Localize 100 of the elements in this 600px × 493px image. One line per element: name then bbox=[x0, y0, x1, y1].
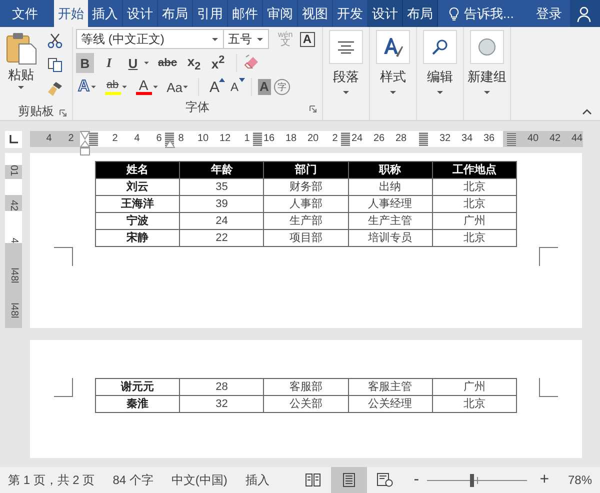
left-tab-icon bbox=[9, 135, 18, 144]
ribbon-group-button[interactable]: 编辑 bbox=[422, 30, 458, 95]
table-cell-text: 北京 bbox=[462, 180, 486, 195]
ribbon-group-button[interactable]: 新建组 bbox=[469, 30, 505, 95]
format-button[interactable]: B bbox=[76, 53, 94, 73]
ruler-number: 01 bbox=[8, 164, 19, 176]
ruler-number: 2 bbox=[111, 132, 119, 146]
horizontal-ruler[interactable]: 4 2 2 4 6 8 10 12 1 16 18 20 2 24 26 28 32 34 36 40 42 44 bbox=[30, 131, 583, 157]
dialog-launcher-icon bbox=[309, 105, 317, 113]
insert-mode-indicator[interactable]: 插入 bbox=[245, 472, 270, 488]
ruler-number: 32 bbox=[439, 132, 451, 146]
lightbulb-icon bbox=[448, 6, 460, 20]
ruler-number: l48l bbox=[8, 302, 19, 318]
font-size-field[interactable]: 五号 bbox=[223, 29, 269, 49]
crop-mark bbox=[54, 247, 73, 266]
table-cell: 王海洋 bbox=[96, 196, 180, 212]
column-header: 年龄 bbox=[180, 162, 264, 178]
zoom-out-button[interactable]: - bbox=[409, 471, 424, 489]
table-cell: 客服部 bbox=[264, 379, 349, 395]
font-name-field[interactable]: 等线 (中文正文) bbox=[76, 29, 224, 49]
caret-icon bbox=[483, 90, 491, 95]
table-cell: 39 bbox=[180, 196, 264, 212]
copy-button[interactable] bbox=[45, 55, 65, 75]
ribbon-tab[interactable]: 布局 bbox=[403, 0, 438, 27]
ruler-number: 34 bbox=[461, 132, 473, 146]
crop-mark bbox=[539, 378, 558, 397]
tab-selector[interactable] bbox=[5, 131, 22, 148]
ribbon-group-button[interactable]: 样式 bbox=[375, 30, 411, 95]
format-button[interactable]: abc bbox=[156, 53, 179, 73]
share-button[interactable] bbox=[570, 0, 600, 27]
ruler-number: l48l bbox=[8, 268, 19, 284]
caret-icon bbox=[17, 85, 25, 90]
ribbon-tab[interactable]: 设计 bbox=[368, 0, 403, 27]
ribbon-group-button[interactable]: 段落 bbox=[328, 30, 364, 95]
tell-me-button[interactable]: 告诉我... bbox=[448, 0, 514, 27]
ruler-number: 28 bbox=[395, 132, 407, 146]
character-shading-button[interactable]: A bbox=[258, 79, 271, 95]
zoom-slider-thumb[interactable] bbox=[470, 474, 474, 486]
ruler-number: 4 bbox=[133, 132, 141, 146]
ruler-number: 16 bbox=[263, 132, 275, 146]
language-indicator[interactable]: 中文(中国) bbox=[171, 472, 228, 488]
font-color-button[interactable]: A bbox=[134, 77, 154, 97]
table-cell: 24 bbox=[180, 213, 264, 229]
column-marker[interactable] bbox=[341, 132, 350, 146]
zoom-slider[interactable] bbox=[427, 474, 528, 486]
table-cell: 生产主管 bbox=[348, 213, 433, 229]
table-cell: 32 bbox=[180, 396, 264, 412]
copy-icon bbox=[47, 57, 63, 73]
caret-icon bbox=[120, 85, 128, 89]
collapse-ribbon-icon[interactable] bbox=[582, 109, 592, 115]
grow-font-button[interactable]: A bbox=[207, 77, 222, 97]
shrink-font-button[interactable]: A bbox=[228, 77, 240, 97]
format-button[interactable]: x$^{2}$ bbox=[208, 53, 227, 73]
table-cell: 刘云 bbox=[96, 179, 180, 195]
table-cell: 客服主管 bbox=[348, 379, 433, 395]
web-page-icon bbox=[377, 473, 394, 487]
ruler-number: 2 bbox=[67, 132, 75, 146]
ruler-number: 2 bbox=[331, 132, 339, 146]
indent-marker-icon[interactable] bbox=[80, 131, 90, 157]
column-marker[interactable] bbox=[418, 132, 428, 146]
column-header: 部门 bbox=[264, 162, 349, 178]
table-cell: 宋静 bbox=[96, 230, 180, 246]
format-button[interactable]: U bbox=[124, 53, 142, 73]
format-painter-button[interactable] bbox=[45, 79, 65, 99]
table-cell: 公关经理 bbox=[348, 396, 433, 412]
margin-marker[interactable] bbox=[88, 132, 98, 146]
sign-in-button[interactable]: 登录 bbox=[528, 0, 570, 27]
table-cell-text: 北京 bbox=[462, 230, 486, 246]
ribbon-tab[interactable]: 文件 bbox=[0, 0, 50, 27]
table-cell-text: 北京 bbox=[462, 396, 486, 412]
character-border-button[interactable]: A bbox=[300, 32, 315, 46]
format-button[interactable]: x$_{2}$ bbox=[184, 53, 203, 73]
format-button[interactable]: I bbox=[100, 53, 118, 73]
view-button[interactable] bbox=[331, 467, 368, 493]
word-count[interactable]: 84 个字 bbox=[112, 472, 154, 488]
vertical-ruler[interactable]: 01 42 4 l48l l48l bbox=[5, 153, 22, 328]
column-marker[interactable] bbox=[506, 132, 516, 146]
table-cell: 宁波 bbox=[96, 213, 180, 229]
triangle-up-icon bbox=[219, 78, 226, 82]
paste-button[interactable]: 粘贴 bbox=[3, 31, 39, 103]
table-cell: 28 bbox=[180, 379, 264, 395]
caret-icon bbox=[143, 61, 150, 65]
enclose-characters-button[interactable]: 字 bbox=[274, 79, 290, 95]
align-lines-icon bbox=[337, 40, 355, 54]
group-label: 字体 bbox=[186, 99, 210, 116]
ruler-number: 18 bbox=[285, 132, 297, 146]
ribbon-tab[interactable]: 开始 bbox=[54, 0, 88, 27]
table-cell: 生产部 bbox=[264, 213, 349, 229]
column-marker[interactable] bbox=[253, 132, 262, 146]
highlight-button[interactable]: ab bbox=[102, 77, 123, 97]
change-case-button[interactable]: Aa bbox=[164, 77, 184, 97]
indent-marker-icon[interactable] bbox=[165, 140, 175, 148]
page-count[interactable]: 第 1 页，共 2 页 bbox=[8, 472, 95, 488]
zoom-in-button[interactable]: + bbox=[537, 471, 552, 489]
ruler-number: 20 bbox=[307, 132, 319, 146]
circle-icon bbox=[477, 37, 497, 57]
cut-button[interactable] bbox=[45, 31, 65, 51]
ruler-number: 26 bbox=[373, 132, 385, 146]
zoom-level[interactable]: 78% bbox=[568, 473, 592, 487]
column-header: 姓名 bbox=[96, 162, 180, 178]
